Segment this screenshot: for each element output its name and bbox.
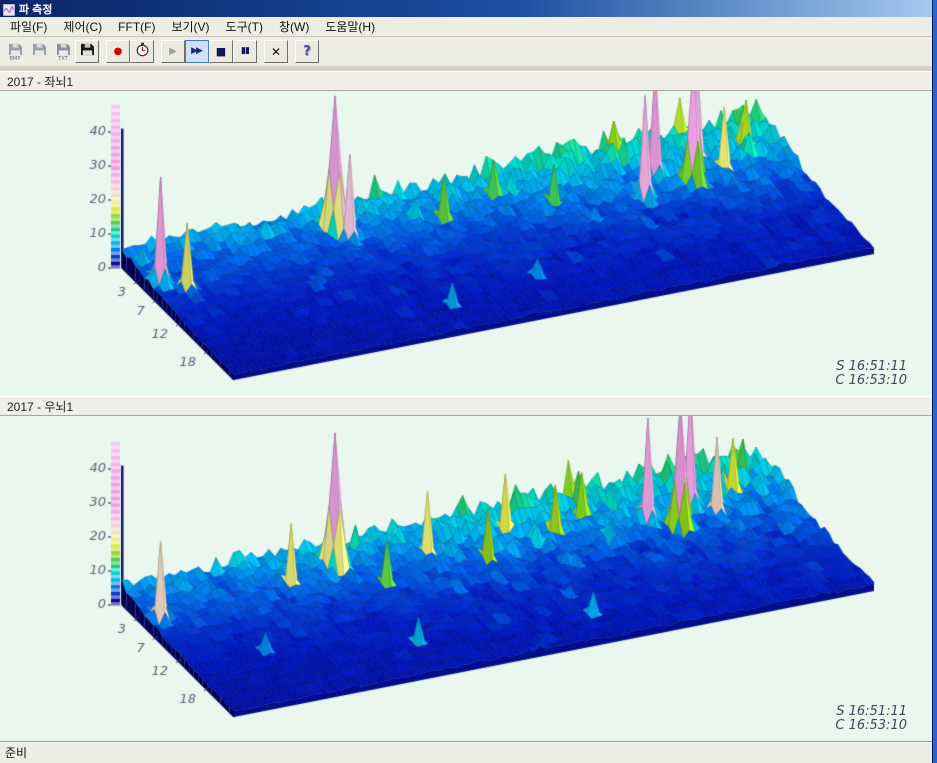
save-data-button[interactable] [75,40,99,63]
panel-right-brain-title: 2017 - 우뇌1 [7,398,73,415]
save-txt-label: TXT [52,56,74,62]
record-button[interactable]: ● [106,40,130,63]
panel-right-brain: 2017 - 우뇌1 S 16:51:11 C 16:53:10 [0,396,937,741]
start-time-left: S 16:51:11 [835,360,907,374]
help-icon: ? [303,45,311,58]
app-icon [3,3,15,15]
toolbar-separator [257,40,264,63]
toolbar-separator [154,40,161,63]
panel-left-brain-body: S 16:51:11 C 16:53:10 [0,91,937,396]
play-button[interactable]: ▶ [161,40,185,63]
menubar: 파일(F) 제어(C) FFT(F) 보기(V) 도구(T) 창(W) 도움말(… [0,17,937,37]
window-right-border [932,0,937,763]
toolbar-separator [288,40,295,63]
menu-file[interactable]: 파일(F) [2,16,55,37]
timer-icon [135,42,150,61]
statusbar: 준비 [0,741,937,763]
fast-forward-icon: ▶▶ [191,47,203,56]
menu-window[interactable]: 창(W) [271,16,317,37]
floppy-dark-icon [80,43,95,60]
panel-left-brain: 2017 - 좌뇌1 S 16:51:11 C 16:53:10 [0,71,937,396]
start-time-right: S 16:51:11 [835,705,907,719]
floppy-icon [32,43,47,60]
close-button[interactable]: ✕ [264,40,288,63]
time-stamps-right: S 16:51:11 C 16:53:10 [835,705,907,733]
panel-left-brain-header[interactable]: 2017 - 좌뇌1 [0,71,937,91]
menu-view[interactable]: 보기(V) [163,16,217,37]
panel-right-brain-header[interactable]: 2017 - 우뇌1 [0,396,937,416]
stop-button[interactable]: ■ [209,40,233,63]
app-window: 파 측정 파일(F) 제어(C) FFT(F) 보기(V) 도구(T) 창(W)… [0,0,937,763]
window-title: 파 측정 [19,1,52,17]
save-button[interactable] [27,40,51,63]
menu-control[interactable]: 제어(C) [55,16,110,37]
close-icon: ✕ [271,46,281,58]
panel-right-brain-body: S 16:51:11 C 16:53:10 [0,416,937,741]
save-bmp-label: BMP [4,56,26,62]
help-button[interactable]: ? [295,40,319,63]
save-bmp-button[interactable]: BMP [3,40,27,63]
menu-fft[interactable]: FFT(F) [110,18,163,36]
record-icon: ● [114,47,123,57]
save-txt-button[interactable]: TXT [51,40,75,63]
current-time-right: C 16:53:10 [835,719,907,733]
waterfall-chart-right-brain [0,416,931,741]
toolbar-separator [99,40,106,63]
menu-tools[interactable]: 도구(T) [218,16,271,37]
stop-icon: ■ [216,46,226,57]
time-stamps-left: S 16:51:11 C 16:53:10 [835,360,907,388]
fast-forward-button[interactable]: ▶▶ [185,40,209,63]
toolbar: BMP TXT [0,37,937,67]
panel-left-brain-title: 2017 - 좌뇌1 [7,73,73,90]
status-text: 준비 [5,744,27,761]
menu-help[interactable]: 도움말(H) [317,16,383,37]
timer-button[interactable] [130,40,154,63]
play-icon: ▶ [169,47,177,57]
waterfall-chart-left-brain [0,91,931,396]
pause-icon: ▮▮ [241,47,249,56]
pause-button[interactable]: ▮▮ [233,40,257,63]
current-time-left: C 16:53:10 [835,374,907,388]
titlebar[interactable]: 파 측정 [0,0,937,17]
